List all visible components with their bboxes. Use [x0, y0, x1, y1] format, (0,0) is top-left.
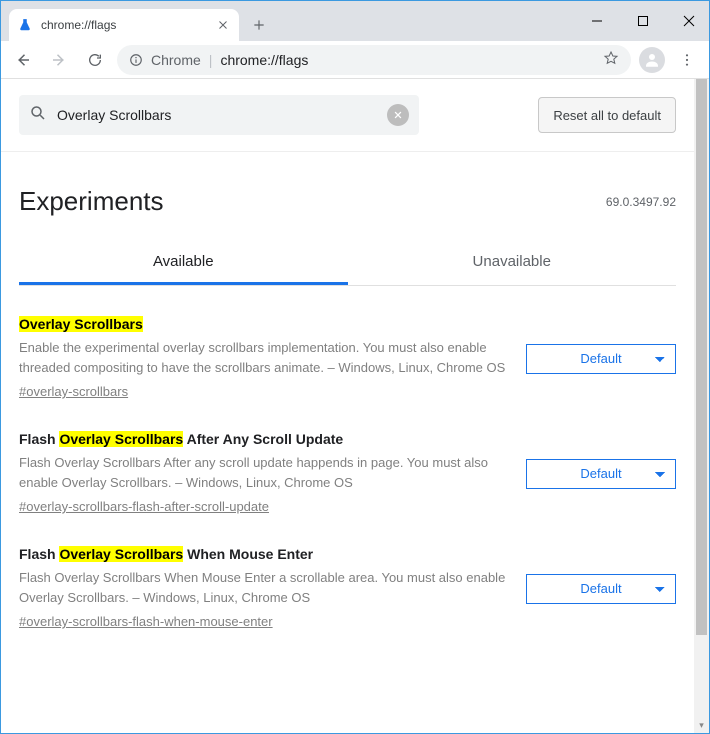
search-icon	[29, 104, 47, 127]
flag-description: Flash Overlay Scrollbars After any scrol…	[19, 453, 506, 492]
flag-select-wrap: DefaultEnabledDisabled	[526, 574, 676, 604]
search-row: Reset all to default	[1, 95, 694, 152]
flag-description: Flash Overlay Scrollbars When Mouse Ente…	[19, 568, 506, 607]
search-input[interactable]	[57, 107, 377, 123]
flag-title: Flash Overlay Scrollbars After Any Scrol…	[19, 431, 506, 447]
flag-item: Flash Overlay Scrollbars When Mouse Ente…	[1, 516, 694, 631]
page-title: Experiments	[19, 186, 164, 217]
browser-tab[interactable]: chrome://flags	[9, 9, 239, 41]
flag-select-wrap: DefaultEnabledDisabled	[526, 344, 676, 374]
forward-button[interactable]	[45, 46, 73, 74]
scrollbar-arrow-down-icon[interactable]: ▾	[694, 718, 709, 733]
flag-search-box[interactable]	[19, 95, 419, 135]
flag-select-wrap: DefaultEnabledDisabled	[526, 459, 676, 489]
site-info-icon[interactable]	[129, 53, 143, 67]
clear-search-icon[interactable]	[387, 104, 409, 126]
flag-title: Overlay Scrollbars	[19, 316, 506, 332]
page-header: Experiments 69.0.3497.92	[1, 152, 694, 241]
window-titlebar: chrome://flags	[1, 1, 709, 41]
bookmark-star-icon[interactable]	[603, 50, 619, 69]
flag-state-select[interactable]: DefaultEnabledDisabled	[526, 574, 676, 604]
reload-button[interactable]	[81, 46, 109, 74]
close-tab-icon[interactable]	[215, 17, 231, 33]
reset-all-button[interactable]: Reset all to default	[538, 97, 676, 133]
minimize-button[interactable]	[583, 7, 611, 35]
menu-button[interactable]	[673, 46, 701, 74]
browser-toolbar: Chrome | chrome://flags	[1, 41, 709, 79]
url-scheme-label: Chrome	[151, 52, 201, 68]
flag-tabs: Available Unavailable	[19, 241, 676, 286]
url-separator: |	[209, 52, 213, 68]
scrollbar-thumb[interactable]	[696, 79, 707, 635]
flag-state-select[interactable]: DefaultEnabledDisabled	[526, 344, 676, 374]
flag-hash-link[interactable]: #overlay-scrollbars-flash-when-mouse-ent…	[19, 614, 273, 629]
tab-title: chrome://flags	[41, 18, 207, 32]
new-tab-button[interactable]	[245, 11, 273, 39]
vertical-scrollbar[interactable]: ▾	[694, 79, 709, 733]
address-bar[interactable]: Chrome | chrome://flags	[117, 45, 631, 75]
page-content: Reset all to default Experiments 69.0.34…	[1, 79, 694, 733]
back-button[interactable]	[9, 46, 37, 74]
flags-list: Overlay Scrollbars Enable the experimenta…	[1, 286, 694, 631]
close-window-button[interactable]	[675, 7, 703, 35]
chrome-version: 69.0.3497.92	[606, 195, 676, 209]
flag-main: Flash Overlay Scrollbars When Mouse Ente…	[19, 546, 506, 631]
window-controls	[583, 5, 709, 37]
flag-hash-link[interactable]: #overlay-scrollbars	[19, 384, 128, 399]
url-text: chrome://flags	[220, 52, 308, 68]
flag-description: Enable the experimental overlay scrollba…	[19, 338, 506, 377]
flag-state-select[interactable]: DefaultEnabledDisabled	[526, 459, 676, 489]
flask-icon	[17, 17, 33, 33]
tab-available[interactable]: Available	[19, 241, 348, 285]
tab-unavailable[interactable]: Unavailable	[348, 241, 677, 285]
flag-hash-link[interactable]: #overlay-scrollbars-flash-after-scroll-u…	[19, 499, 269, 514]
flag-item: Overlay Scrollbars Enable the experimenta…	[1, 286, 694, 401]
profile-avatar[interactable]	[639, 47, 665, 73]
maximize-button[interactable]	[629, 7, 657, 35]
flag-main: Overlay Scrollbars Enable the experimenta…	[19, 316, 506, 401]
flag-item: Flash Overlay Scrollbars After Any Scrol…	[1, 401, 694, 516]
flag-title: Flash Overlay Scrollbars When Mouse Ente…	[19, 546, 506, 562]
flag-main: Flash Overlay Scrollbars After Any Scrol…	[19, 431, 506, 516]
